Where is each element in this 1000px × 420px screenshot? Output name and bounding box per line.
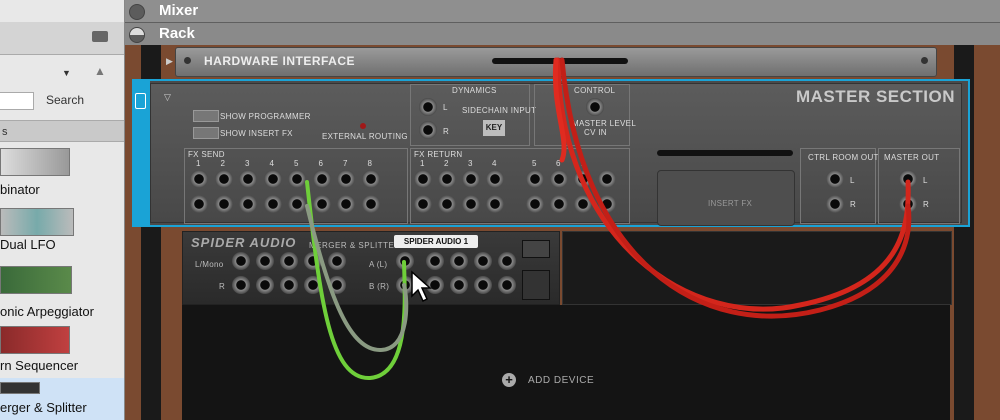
mouse-cursor-icon [411,270,432,303]
patch-cables [305,57,912,381]
red-cable-1[interactable] [555,57,911,312]
gray-cable[interactable] [305,204,409,353]
red-cable-2[interactable] [559,57,912,319]
